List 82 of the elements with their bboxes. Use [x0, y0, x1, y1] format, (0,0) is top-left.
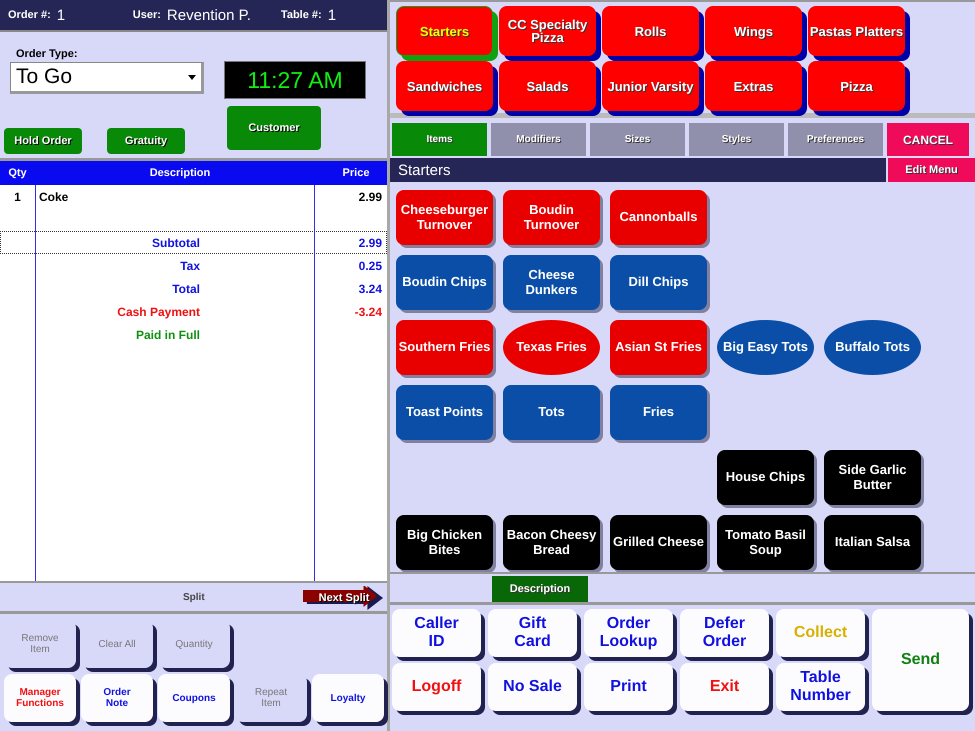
function-button[interactable]: Coupons: [158, 674, 230, 722]
total-label: Paid in Full: [134, 328, 201, 342]
menu-item-button[interactable]: Italian Salsa: [824, 515, 921, 570]
function-button[interactable]: Gift Card: [488, 609, 577, 657]
total-value: -3.24: [354, 304, 383, 318]
function-button[interactable]: No Sale: [488, 663, 577, 711]
order-label: Order #:: [8, 9, 51, 21]
edit-menu-button[interactable]: Edit Menu: [888, 158, 975, 182]
category-button[interactable]: Sandwiches: [396, 61, 493, 111]
tab[interactable]: Preferences: [788, 123, 883, 156]
total-label: Total: [171, 282, 201, 296]
column-header: Price: [342, 167, 370, 179]
tab[interactable]: Styles: [689, 123, 784, 156]
menu-item-button[interactable]: Fries: [610, 385, 707, 440]
clock-display: 11:27 AM: [224, 61, 366, 99]
menu-item-button[interactable]: Side Garlic Butter: [824, 450, 921, 505]
function-button[interactable]: Manager Functions: [4, 674, 76, 722]
category-button[interactable]: Pizza: [808, 61, 905, 111]
category-button[interactable]: Rolls: [602, 6, 699, 56]
total-value: 3.24: [358, 282, 383, 296]
total-label: Subtotal: [151, 236, 201, 250]
total-label: Tax: [179, 258, 201, 272]
menu-item-button[interactable]: Southern Fries: [396, 320, 493, 375]
menu-item-button[interactable]: Tots: [503, 385, 600, 440]
function-button[interactable]: Exit: [680, 663, 769, 711]
menu-item-button[interactable]: Texas Fries: [503, 320, 600, 375]
table-number: 1: [328, 6, 336, 24]
menu-item-button[interactable]: Bacon Cheesy Bread: [503, 515, 600, 570]
order-number: 1: [56, 6, 66, 24]
qty-cell-text: 1: [13, 190, 22, 204]
menu-item-button[interactable]: Grilled Cheese: [610, 515, 707, 570]
category-button[interactable]: CC Specialty Pizza: [499, 6, 596, 56]
category-button[interactable]: Junior Varsity: [602, 61, 699, 111]
total-value: 0.25: [358, 258, 383, 272]
total-label: Cash Payment: [116, 304, 201, 318]
function-button[interactable]: Order Note: [81, 674, 153, 722]
category-button[interactable]: Extras: [705, 61, 802, 111]
category-button[interactable]: Pastas Platters: [808, 6, 905, 56]
cancel-button[interactable]: CANCEL: [887, 123, 969, 156]
tab[interactable]: Modifiers: [491, 123, 586, 156]
tab[interactable]: Sizes: [590, 123, 685, 156]
column-header: Qty: [7, 167, 28, 179]
column-header: Description: [148, 167, 212, 179]
split-label: Split: [183, 592, 205, 602]
order-action-button[interactable]: Hold Order: [4, 128, 82, 154]
tab[interactable]: Items: [392, 123, 487, 156]
total-value: 2.99: [358, 236, 383, 250]
menu-item-button[interactable]: Dill Chips: [610, 255, 707, 310]
order-action-button[interactable]: Customer: [227, 106, 321, 150]
price-cell-text: 2.99: [358, 190, 383, 204]
menu-item-button[interactable]: Asian St Fries: [610, 320, 707, 375]
menu-item-button[interactable]: Buffalo Tots: [824, 320, 921, 375]
menu-item-button[interactable]: Tomato Basil Soup: [717, 515, 814, 570]
user-name: Revention P.: [166, 6, 252, 24]
menu-item-button[interactable]: House Chips: [717, 450, 814, 505]
menu-item-button[interactable]: Big Chicken Bites: [396, 515, 493, 570]
menu-item-button[interactable]: Cannonballs: [610, 190, 707, 245]
table-label: Table #:: [280, 9, 322, 21]
menu-item-button[interactable]: Toast Points: [396, 385, 493, 440]
category-button[interactable]: Salads: [499, 61, 596, 111]
function-button[interactable]: Order Lookup: [584, 609, 673, 657]
category-button[interactable]: Wings: [705, 6, 802, 56]
description-cell-text: Coke: [38, 190, 70, 204]
function-button[interactable]: Print: [584, 663, 673, 711]
order-action-button[interactable]: Gratuity: [107, 128, 185, 154]
function-button[interactable]: Loyalty: [312, 674, 384, 722]
function-button[interactable]: Caller ID: [392, 609, 481, 657]
caret-icon: [188, 74, 196, 80]
sort-button[interactable]: Description: [492, 576, 588, 602]
menu-item-button[interactable]: Boudin Chips: [396, 255, 493, 310]
menu-item-button[interactable]: Big Easy Tots: [717, 320, 814, 375]
menu-item-button[interactable]: Cheeseburger Turnover: [396, 190, 493, 245]
send-button[interactable]: Send: [872, 609, 969, 711]
menu-item-button[interactable]: Cheese Dunkers: [503, 255, 600, 310]
menu-item-button[interactable]: Boudin Turnover: [503, 190, 600, 245]
user-label: User:: [132, 9, 161, 21]
function-button[interactable]: Logoff: [392, 663, 481, 711]
order-type-dropdown[interactable]: To Go: [10, 62, 204, 94]
function-button[interactable]: Defer Order: [680, 609, 769, 657]
menu-title: Starters: [398, 162, 451, 178]
order-type-label: Order Type:: [15, 48, 79, 60]
function-button[interactable]: Table Number: [776, 663, 865, 711]
